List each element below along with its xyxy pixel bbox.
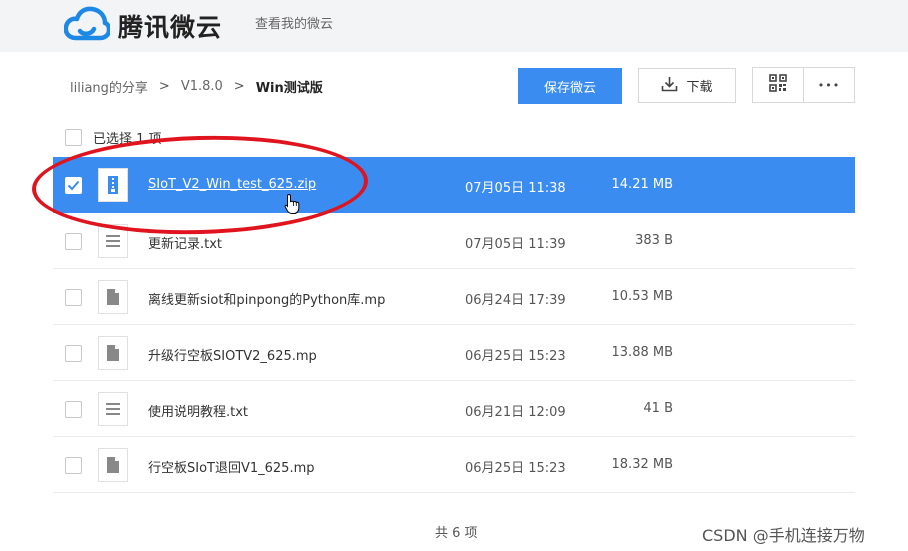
check-icon bbox=[67, 180, 80, 191]
logo[interactable]: 腾讯微云 bbox=[63, 6, 223, 46]
row-checkbox[interactable] bbox=[65, 233, 82, 250]
breadcrumb-separator: > bbox=[158, 79, 170, 94]
qrcode-icon bbox=[769, 74, 787, 96]
download-icon bbox=[661, 76, 678, 95]
download-button[interactable]: 下载 bbox=[638, 68, 736, 103]
file-date: 06月21日 12:09 bbox=[465, 405, 566, 420]
file-date: 07月05日 11:38 bbox=[465, 181, 566, 196]
file-name-link[interactable]: 更新记录.txt bbox=[148, 233, 222, 252]
row-checkbox-checked[interactable] bbox=[65, 177, 82, 194]
file-size: 41 B bbox=[643, 401, 673, 416]
select-all[interactable]: 已选择 1 项 bbox=[65, 128, 162, 147]
more-icon: ••• bbox=[817, 78, 841, 92]
row-checkbox[interactable] bbox=[65, 289, 82, 306]
file-size: 10.53 MB bbox=[611, 289, 673, 304]
row-checkbox[interactable] bbox=[65, 345, 82, 362]
file-row[interactable]: SIoT_V2_Win_test_625.zip 07月05日 11:38 14… bbox=[53, 157, 855, 213]
file-name-link[interactable]: 行空板SIoT退回V1_625.mp bbox=[148, 457, 315, 476]
text-file-icon bbox=[98, 392, 128, 426]
breadcrumb-current: Win测试版 bbox=[255, 81, 323, 96]
download-label: 下载 bbox=[686, 79, 713, 94]
file-list: SIoT_V2_Win_test_625.zip 07月05日 11:38 14… bbox=[53, 157, 855, 493]
generic-file-icon bbox=[98, 448, 128, 482]
app-name: 腾讯微云 bbox=[118, 13, 223, 42]
breadcrumb: liliang的分享 > V1.8.0 > Win测试版 bbox=[70, 77, 323, 96]
breadcrumb-separator: > bbox=[233, 79, 245, 94]
qrcode-button[interactable] bbox=[753, 68, 803, 102]
my-weiyun-link[interactable]: 查看我的微云 bbox=[255, 13, 333, 32]
file-size: 13.88 MB bbox=[611, 345, 673, 360]
file-row[interactable]: 离线更新siot和pinpong的Python库.mp 06月24日 17:39… bbox=[53, 269, 855, 325]
file-name-link[interactable]: 使用说明教程.txt bbox=[148, 401, 248, 420]
zip-file-icon bbox=[98, 168, 128, 202]
selection-count: 已选择 1 项 bbox=[93, 132, 162, 147]
cloud-icon bbox=[63, 6, 112, 46]
breadcrumb-item-share[interactable]: liliang的分享 bbox=[70, 77, 148, 96]
top-bar: 腾讯微云 查看我的微云 bbox=[0, 0, 908, 52]
generic-file-icon bbox=[98, 336, 128, 370]
file-date: 07月05日 11:39 bbox=[465, 237, 566, 252]
file-date: 06月25日 15:23 bbox=[465, 461, 566, 476]
file-row[interactable]: 行空板SIoT退回V1_625.mp 06月25日 15:23 18.32 MB bbox=[53, 437, 855, 493]
select-all-checkbox[interactable] bbox=[65, 129, 82, 146]
file-row[interactable]: 使用说明教程.txt 06月21日 12:09 41 B bbox=[53, 381, 855, 437]
row-checkbox[interactable] bbox=[65, 457, 82, 474]
more-button[interactable]: ••• bbox=[803, 68, 854, 102]
watermark: CSDN @手机连接万物 bbox=[702, 526, 865, 545]
breadcrumb-item-version[interactable]: V1.8.0 bbox=[181, 79, 223, 94]
file-name-link[interactable]: 离线更新siot和pinpong的Python库.mp bbox=[148, 289, 385, 308]
file-count: 共 6 项 bbox=[435, 526, 478, 541]
file-size: 383 B bbox=[635, 233, 673, 248]
save-to-weiyun-button[interactable]: 保存微云 bbox=[518, 68, 622, 104]
text-file-icon bbox=[98, 224, 128, 258]
extra-actions: ••• bbox=[752, 67, 855, 103]
hand-cursor-icon bbox=[284, 193, 302, 219]
row-checkbox[interactable] bbox=[65, 401, 82, 418]
file-size: 18.32 MB bbox=[611, 457, 673, 472]
file-date: 06月24日 17:39 bbox=[465, 293, 566, 308]
file-name-link[interactable]: 升级行空板SIOTV2_625.mp bbox=[148, 345, 317, 364]
generic-file-icon bbox=[98, 280, 128, 314]
file-date: 06月25日 15:23 bbox=[465, 349, 566, 364]
file-row[interactable]: 更新记录.txt 07月05日 11:39 383 B bbox=[53, 213, 855, 269]
file-size: 14.21 MB bbox=[611, 177, 673, 192]
file-name-link[interactable]: SIoT_V2_Win_test_625.zip bbox=[148, 177, 316, 192]
file-row[interactable]: 升级行空板SIOTV2_625.mp 06月25日 15:23 13.88 MB bbox=[53, 325, 855, 381]
